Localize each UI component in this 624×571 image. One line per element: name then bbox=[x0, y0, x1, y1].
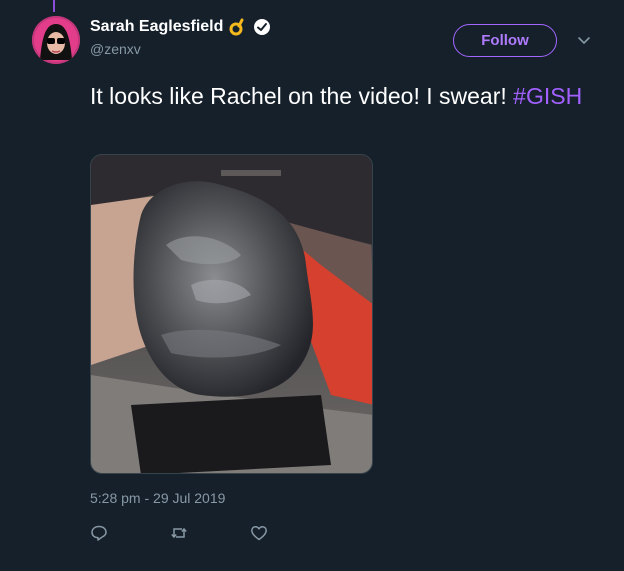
tweet-photo[interactable] bbox=[90, 154, 373, 474]
avatar-image bbox=[32, 16, 80, 64]
ok-hand-icon bbox=[229, 18, 247, 36]
handle[interactable]: @zenxv bbox=[90, 41, 141, 57]
display-name[interactable]: Sarah Eaglesfield bbox=[90, 18, 223, 36]
name-row: Sarah Eaglesfield bbox=[90, 18, 271, 36]
verified-icon bbox=[253, 18, 271, 36]
tweet-card: Sarah Eaglesfield @zenxv Follow It looks… bbox=[0, 0, 624, 571]
hashtag-link[interactable]: #GISH bbox=[513, 83, 582, 109]
action-bar bbox=[90, 522, 330, 544]
photo-image bbox=[91, 155, 372, 473]
follow-button[interactable]: Follow bbox=[453, 24, 557, 57]
tweet-text-body: It looks like Rachel on the video! I swe… bbox=[90, 83, 514, 109]
chevron-down-icon[interactable] bbox=[577, 33, 591, 47]
avatar[interactable] bbox=[32, 16, 80, 64]
reply-button[interactable] bbox=[90, 522, 170, 544]
retweet-button[interactable] bbox=[170, 522, 250, 544]
heart-icon bbox=[251, 525, 267, 541]
reply-icon bbox=[91, 525, 107, 541]
retweet-icon bbox=[171, 527, 187, 539]
like-button[interactable] bbox=[250, 522, 330, 544]
timestamp[interactable]: 5:28 pm - 29 Jul 2019 bbox=[90, 490, 225, 506]
tweet-text: It looks like Rachel on the video! I swe… bbox=[90, 80, 590, 113]
thread-line bbox=[53, 0, 55, 12]
